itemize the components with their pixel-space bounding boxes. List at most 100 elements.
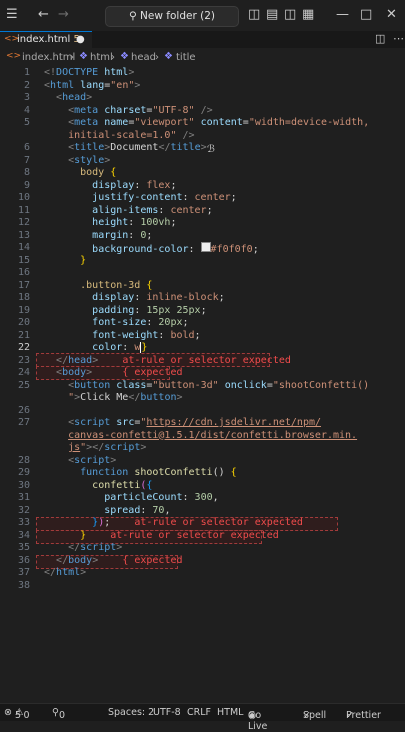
line-number: 24 — [17, 367, 30, 378]
line-number: 3 — [23, 92, 30, 103]
spell-label: Spell — [303, 710, 327, 721]
code-line: font-size: 20px; — [92, 317, 189, 328]
text-cursor-icon: ℬ — [207, 144, 215, 155]
back-arrow-icon[interactable]: ← — [38, 7, 49, 22]
encoding-setting[interactable]: UTF-8 — [153, 707, 181, 718]
line-number: 20 — [17, 317, 30, 328]
line-number: 29 — [17, 467, 30, 478]
tab-index-html[interactable]: <> index.html 5 ● — [0, 31, 92, 49]
chevron-right-icon: › — [155, 52, 159, 63]
code-line: </head> at-rule or selector expected — [56, 354, 291, 366]
error-count: 5 — [14, 710, 22, 721]
breadcrumb-title[interactable]: title — [176, 52, 196, 63]
info-indicator[interactable]: ⚲ 0 — [52, 707, 65, 721]
code-line: display: inline-block; — [92, 292, 225, 303]
html-file-icon: <> — [6, 51, 22, 61]
error-message: { expected — [122, 554, 183, 566]
code-line: <html lang="en"> — [44, 79, 141, 91]
breadcrumb-html[interactable]: html — [90, 52, 113, 63]
toggle-panel-icon[interactable]: ▤ — [266, 7, 278, 22]
code-line: confetti({ — [92, 479, 153, 491]
breadcrumb: <> index.html › ❖ html › ❖ head › ❖ titl… — [0, 50, 405, 66]
line-number: 18 — [17, 292, 30, 303]
title-bar: ☰ ← → ⚲ New folder (2) ◫ ▤ ◫ ▦ — □ ✕ — [0, 0, 405, 31]
minimize-icon[interactable]: — — [336, 7, 349, 22]
line-number: 23 — [17, 354, 30, 366]
command-search-box[interactable]: ⚲ New folder (2) — [105, 6, 239, 27]
error-message: at-rule or selector expected — [110, 529, 279, 541]
line-number: 34 — [17, 529, 30, 541]
line-number: 27 — [17, 417, 30, 428]
toggle-sidebar-icon[interactable]: ◫ — [248, 7, 260, 22]
language-mode[interactable]: HTML — [217, 707, 243, 718]
code-line: <!DOCTYPE html> — [44, 67, 135, 78]
code-line-wrap: js"></script> — [68, 442, 147, 453]
line-number: 30 — [17, 479, 30, 491]
line-number: 26 — [17, 404, 30, 416]
problems-indicator[interactable]: ⊗ 5 ⚠ 0 — [4, 707, 30, 721]
line-number: 37 — [17, 567, 30, 578]
line-number: 17 — [17, 279, 30, 291]
code-line: <style> — [68, 154, 111, 166]
layout-icon[interactable]: ▦ — [302, 7, 314, 22]
line-number: 2 — [23, 79, 30, 91]
line-number: 7 — [23, 154, 30, 166]
search-icon: ⚲ — [129, 10, 141, 22]
code-line: .button-3d { — [80, 279, 153, 291]
more-actions-icon[interactable]: ⋯ — [393, 32, 404, 45]
color-swatch[interactable] — [200, 242, 211, 252]
element-icon: ❖ — [120, 51, 129, 62]
line-number: 4 — [23, 104, 30, 116]
indentation-setting[interactable]: Spaces: 2 — [108, 707, 154, 718]
code-line: height: 100vh; — [92, 217, 177, 228]
code-editor[interactable]: 1 <!DOCTYPE html> 2 <html lang="en"> 3 <… — [0, 66, 405, 701]
code-line: function shootConfetti() { — [80, 467, 237, 478]
line-number: 28 — [17, 454, 30, 466]
error-message: at-rule or selector expected — [134, 517, 303, 528]
chevron-right-icon: › — [111, 52, 115, 63]
error-message: { expected — [122, 367, 183, 378]
line-number: 9 — [23, 179, 30, 191]
split-editor-icon[interactable]: ◫ — [375, 32, 385, 45]
line-number: 12 — [17, 217, 30, 228]
code-line: font-weight: bold; — [92, 329, 201, 341]
go-live-label: Go Live — [248, 710, 268, 732]
status-bar: ⊗ 5 ⚠ 0 ⚲ 0 Spaces: 2 UTF-8 CRLF HTML ◉ … — [0, 703, 405, 732]
error-message: at-rule or selector expected — [122, 354, 291, 366]
line-number: 31 — [17, 492, 30, 503]
code-line: </script> — [68, 542, 123, 553]
toggle-secondary-sidebar-icon[interactable]: ◫ — [284, 7, 296, 22]
code-line: </body> { expected — [56, 554, 183, 566]
code-line: align-items: center; — [92, 204, 213, 216]
line-number: 21 — [17, 329, 30, 341]
element-icon: ❖ — [79, 51, 88, 62]
line-number: 11 — [17, 204, 30, 216]
breadcrumb-file[interactable]: index.html — [22, 52, 75, 63]
code-line: spread: 70, — [104, 504, 171, 516]
unsaved-dot-icon[interactable]: ● — [76, 34, 85, 45]
code-line: display: flex; — [92, 179, 177, 191]
line-number: 13 — [17, 229, 30, 241]
code-line-wrap: initial-scale=1.0" /> — [68, 129, 195, 141]
line-number: 38 — [17, 579, 30, 591]
code-line: margin: 0; — [92, 229, 153, 241]
line-number: 35 — [17, 542, 30, 553]
code-line: <button class="button-3d" onclick="shoot… — [68, 379, 370, 391]
code-line: }); at-rule or selector expected — [92, 517, 303, 528]
code-line: justify-content: center; — [92, 192, 237, 203]
forward-arrow-icon[interactable]: → — [58, 7, 69, 22]
maximize-icon[interactable]: □ — [360, 7, 372, 22]
line-number: 10 — [17, 192, 30, 203]
close-icon[interactable]: ✕ — [386, 7, 397, 22]
line-number: 33 — [17, 517, 30, 528]
eol-setting[interactable]: CRLF — [187, 707, 211, 718]
code-line: <head> — [56, 92, 93, 103]
line-number: 25 — [17, 379, 30, 391]
code-line: <script> — [68, 454, 117, 466]
menu-icon[interactable]: ☰ — [6, 7, 18, 22]
code-line-wrap: ">Click Me</button> — [68, 392, 183, 403]
breadcrumb-head[interactable]: head — [131, 52, 156, 63]
code-line: </html> — [44, 567, 87, 578]
line-number: 19 — [17, 304, 30, 316]
line-number: 14 — [17, 242, 30, 253]
